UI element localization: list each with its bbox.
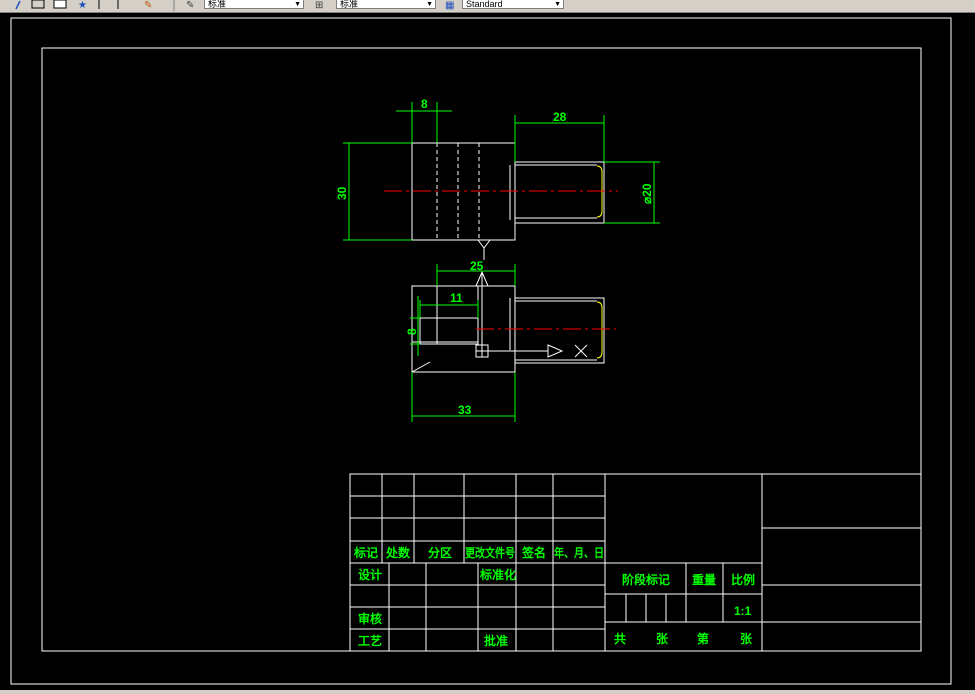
cell-biaoji: 标记 [353, 545, 378, 560]
title-block-lines [349, 473, 922, 652]
bottom-view [411, 270, 605, 373]
drawing-svg: 8 28 30 ⌀20 25 11 8 33 标记 处数 分区 更改文件号 签名… [10, 17, 952, 685]
cell-biaozhunhua: 标准化 [479, 567, 516, 582]
rectangle-icon[interactable] [31, 0, 45, 9]
cell-chushu: 处数 [385, 545, 411, 560]
text-style-value: 标准 [208, 0, 227, 9]
cell-gongyi: 工艺 [358, 633, 382, 648]
dim-8-top: 8 [421, 97, 428, 111]
dim-style-icon[interactable]: ⊞ [315, 0, 323, 11]
dim-20: ⌀20 [640, 183, 654, 204]
chevron-down-icon: ▼ [294, 1, 301, 8]
dim-style-combo[interactable]: 标准 ▼ [336, 0, 436, 9]
table-style-icon[interactable]: ▦ [445, 0, 454, 11]
cell-zhang-1: 张 [656, 631, 669, 646]
window-icon[interactable] [53, 0, 67, 9]
cell-sheji: 设计 [358, 567, 382, 582]
star-icon[interactable]: ★ [78, 0, 87, 11]
status-strip [0, 690, 975, 694]
drawing-canvas[interactable]: 8 28 30 ⌀20 25 11 8 33 标记 处数 分区 更改文件号 签名… [0, 13, 975, 694]
cell-jieduan: 阶段标记 [622, 572, 670, 587]
dim-8-left: 8 [405, 328, 419, 335]
text-style-combo[interactable]: 标准 ▼ [204, 0, 304, 9]
paint-icon[interactable]: ✎ [144, 0, 152, 11]
chevron-down-icon: ▼ [426, 1, 433, 8]
cell-di: 第 [697, 631, 709, 646]
text-style-icon[interactable]: ✎ [186, 0, 194, 11]
dim-28: 28 [553, 110, 567, 124]
dim-11: 11 [450, 291, 463, 305]
pencil-icon[interactable] [15, 0, 21, 10]
table-style-value: Standard [466, 0, 503, 9]
chevron-down-icon: ▼ [554, 1, 561, 8]
table-style-combo[interactable]: Standard ▼ [462, 0, 564, 9]
cell-zhang-2: 张 [740, 631, 753, 646]
cell-zhongliang: 重量 [692, 572, 716, 587]
cell-fenqu: 分区 [428, 545, 452, 560]
bottom-hidden-arc [596, 301, 603, 359]
cell-genggai: 更改文件号 [465, 545, 515, 560]
cell-qianming: 签名 [521, 545, 546, 560]
dim-33: 33 [458, 403, 472, 417]
cell-bili-value: 1:1 [734, 604, 752, 618]
toolbar: ★ ✎ ✎ ⊞ ▦ 标准 ▼ 标准 ▼ Standard ▼ [0, 0, 975, 13]
cell-shenhe: 审核 [358, 611, 382, 626]
section-arrow-top [477, 239, 491, 260]
cell-gong: 共 [614, 631, 626, 646]
dim-11-lines [419, 300, 479, 318]
dim-25: 25 [470, 259, 484, 273]
cell-pizhun: 批准 [484, 633, 508, 648]
dim-30: 30 [335, 186, 349, 200]
dim-style-value: 标准 [340, 0, 359, 9]
cell-bili: 比例 [731, 572, 755, 587]
cell-nianyueri: 年、月、日 [554, 545, 604, 560]
